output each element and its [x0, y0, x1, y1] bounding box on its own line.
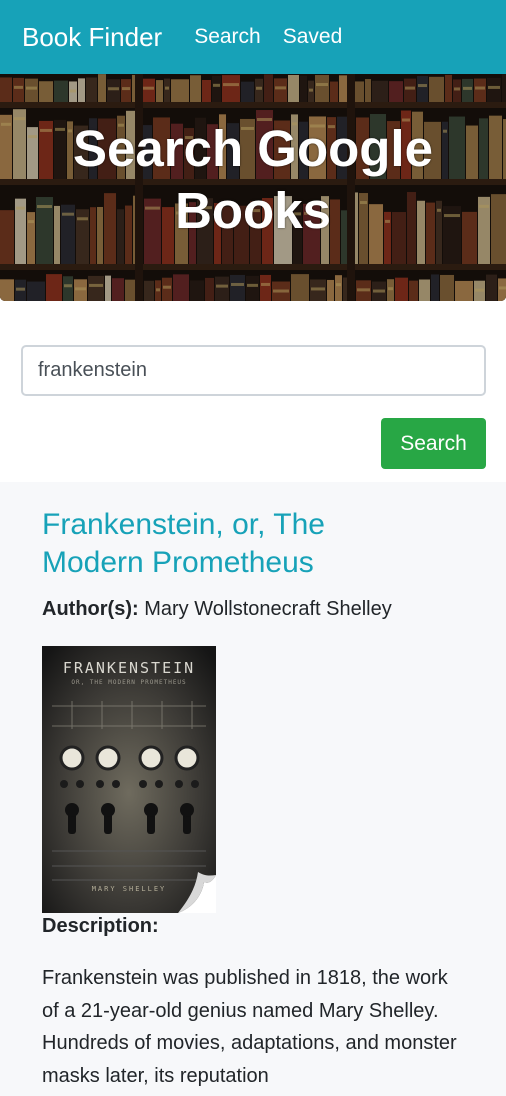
nav-link-search[interactable]: Search: [194, 25, 261, 49]
search-form: Search: [0, 301, 506, 482]
search-input[interactable]: [21, 345, 486, 396]
book-cover-image[interactable]: FRANKENSTEIN OR, THE MODERN PROMETHEUS M…: [42, 646, 216, 913]
hero-banner: Search Google Books: [0, 74, 506, 301]
cover-author: MARY SHELLEY: [92, 885, 167, 893]
nav-link-saved[interactable]: Saved: [283, 25, 343, 49]
search-button[interactable]: Search: [381, 418, 486, 469]
cover-title: FRANKENSTEIN: [63, 659, 195, 677]
description-label: Description:: [42, 915, 159, 937]
brand-link[interactable]: Book Finder: [22, 22, 162, 53]
book-title-link[interactable]: Frankenstein, or, The Modern Prometheus: [42, 506, 422, 582]
search-button-row: Search: [21, 418, 486, 469]
book-authors: Author(s): Mary Wollstonecraft Shelley: [42, 594, 464, 624]
authors-label: Author(s):: [42, 598, 139, 620]
cover-subtitle: OR, THE MODERN PROMETHEUS: [71, 679, 186, 686]
book-description: Frankenstein was published in 1818, the …: [42, 967, 457, 1087]
results-list: Frankenstein, or, The Modern Prometheus …: [0, 482, 506, 1096]
authors-value: Mary Wollstonecraft Shelley: [144, 598, 392, 620]
book-result-card: Frankenstein, or, The Modern Prometheus …: [42, 506, 464, 1092]
navbar: Book Finder Search Saved: [0, 0, 506, 74]
hero-title: Search Google Books: [73, 120, 433, 239]
